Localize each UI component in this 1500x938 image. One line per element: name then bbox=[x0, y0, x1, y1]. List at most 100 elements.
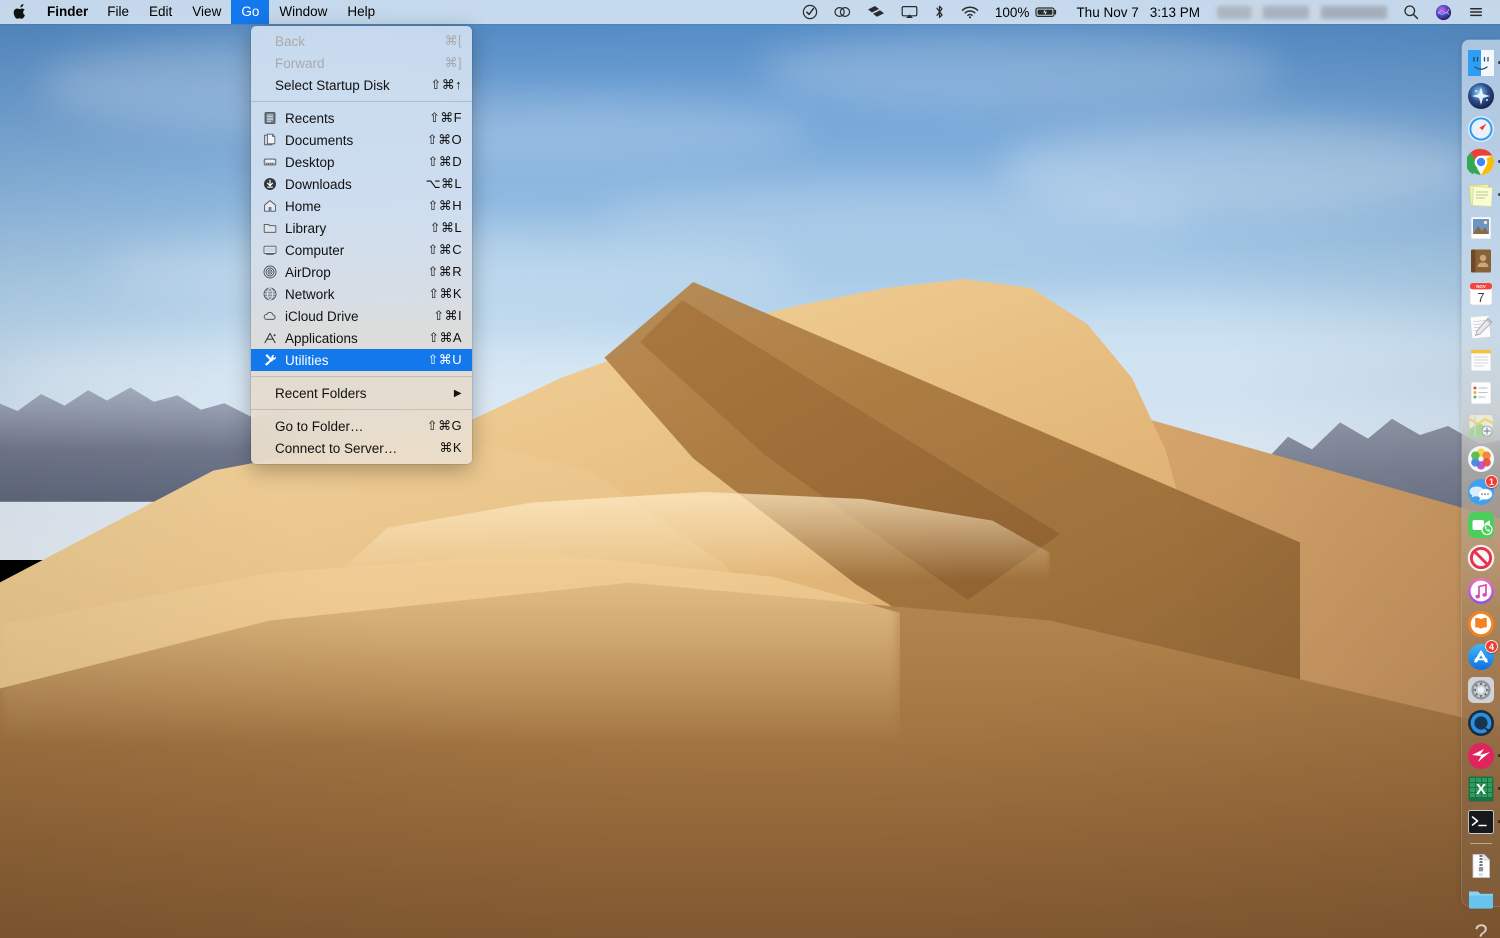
menu-bar-item-window[interactable]: Window bbox=[269, 0, 337, 24]
menu-item-go-to-folder[interactable]: Go to Folder… ⇧⌘G bbox=[251, 415, 472, 437]
documents-icon bbox=[263, 133, 282, 147]
dock-item-notes[interactable] bbox=[1466, 312, 1496, 342]
menu-item-home[interactable]: Home ⇧⌘H bbox=[251, 195, 472, 217]
dock-item-system-preferences[interactable] bbox=[1466, 675, 1496, 705]
go-dropdown-menu[interactable]: Back ⌘[ Forward ⌘] Select Startup Disk ⇧… bbox=[251, 26, 472, 464]
submenu-arrow-icon: ▶ bbox=[454, 388, 462, 399]
menu-bar-item-file[interactable]: File bbox=[97, 0, 139, 24]
icloud-drive-icon bbox=[263, 309, 282, 323]
menu-item-recent-folders[interactable]: Recent Folders ▶ bbox=[251, 382, 472, 404]
home-icon bbox=[263, 199, 282, 213]
facetime-icon bbox=[1467, 511, 1495, 539]
menu-bar-item-edit[interactable]: Edit bbox=[139, 0, 182, 24]
dock-item-contacts[interactable] bbox=[1466, 246, 1496, 276]
dock-item-photos[interactable] bbox=[1466, 444, 1496, 474]
dock-item-messages[interactable]: 1 bbox=[1466, 477, 1496, 507]
menu-item-connect-to-server[interactable]: Connect to Server… ⌘K bbox=[251, 437, 472, 459]
dock-item-terminal[interactable] bbox=[1466, 807, 1496, 837]
search-icon[interactable] bbox=[1395, 0, 1427, 24]
battery-charging-icon[interactable] bbox=[1032, 0, 1067, 24]
dock-item-reminders[interactable] bbox=[1466, 378, 1496, 408]
dock-item-chrome[interactable] bbox=[1466, 147, 1496, 177]
menu-item-utilities[interactable]: Utilities ⇧⌘U bbox=[251, 349, 472, 371]
desktop-icon bbox=[263, 155, 282, 169]
menu-item-label: Applications bbox=[285, 331, 428, 346]
menu-bar-item-view[interactable]: View bbox=[182, 0, 231, 24]
zip-file-icon: zip bbox=[1467, 852, 1495, 880]
dock-item-facetime[interactable] bbox=[1466, 510, 1496, 540]
dock-item-zip-file[interactable]: zip bbox=[1466, 851, 1496, 881]
notification-center-icon[interactable] bbox=[1460, 0, 1492, 24]
dock-item-books[interactable] bbox=[1466, 609, 1496, 639]
finder-icon bbox=[1467, 49, 1495, 77]
dock-item-blocked-app[interactable] bbox=[1466, 543, 1496, 573]
menu-item-network[interactable]: Network ⇧⌘K bbox=[251, 283, 472, 305]
menu-item-shortcut: ⌥⌘L bbox=[426, 176, 462, 192]
dock-item-downloads-folder[interactable] bbox=[1466, 884, 1496, 914]
menu-item-label: Home bbox=[285, 199, 428, 214]
dock-item-maps[interactable] bbox=[1466, 411, 1496, 441]
creative-cloud-icon[interactable] bbox=[826, 0, 859, 24]
folder-icon bbox=[1467, 885, 1495, 913]
books-icon bbox=[1467, 610, 1495, 638]
battery-percent-label[interactable]: 100% bbox=[987, 0, 1033, 24]
dock-item-calendar[interactable]: NOV 7 bbox=[1466, 279, 1496, 309]
siri-icon[interactable] bbox=[1427, 0, 1460, 24]
photos-icon bbox=[1467, 445, 1495, 473]
dock-item-itunes[interactable] bbox=[1466, 576, 1496, 606]
dock-item-quicktime[interactable] bbox=[1466, 708, 1496, 738]
calendar-icon: NOV 7 bbox=[1467, 280, 1495, 308]
badge-count: 1 bbox=[1485, 475, 1498, 488]
menu-item-label: Computer bbox=[285, 243, 428, 258]
menu-item-airdrop[interactable]: AirDrop ⇧⌘R bbox=[251, 261, 472, 283]
svg-text:X: X bbox=[1476, 781, 1486, 798]
dock-item-finder[interactable] bbox=[1466, 48, 1496, 78]
menu-item-shortcut: ⌘] bbox=[445, 55, 462, 71]
bluetooth-icon[interactable] bbox=[926, 0, 953, 24]
downloads-icon bbox=[263, 177, 282, 191]
menu-item-recents[interactable]: Recents ⇧⌘F bbox=[251, 107, 472, 129]
airplay-icon[interactable] bbox=[893, 0, 926, 24]
dock-item-unknown-document[interactable]: ? bbox=[1466, 917, 1496, 938]
menu-bar-item-go[interactable]: Go bbox=[231, 0, 269, 24]
menu-bar-time[interactable]: 3:13 PM bbox=[1148, 5, 1209, 20]
menu-item-documents[interactable]: Documents ⇧⌘O bbox=[251, 129, 472, 151]
menu-item-label: Documents bbox=[285, 133, 427, 148]
dropbox-icon[interactable] bbox=[859, 0, 893, 24]
checkmark-circle-icon[interactable] bbox=[794, 0, 826, 24]
dock-item-excel[interactable]: X bbox=[1466, 774, 1496, 804]
menu-item-library[interactable]: Library ⇧⌘L bbox=[251, 217, 472, 239]
apple-logo-icon[interactable] bbox=[0, 0, 38, 24]
menu-item-desktop[interactable]: Desktop ⇧⌘D bbox=[251, 151, 472, 173]
dock-item-app-store[interactable]: 4 bbox=[1466, 642, 1496, 672]
applications-icon bbox=[263, 331, 282, 345]
menu-item-select-startup-disk[interactable]: Select Startup Disk ⇧⌘↑ bbox=[251, 74, 472, 96]
dock-item-photo-booth[interactable] bbox=[1466, 213, 1496, 243]
excel-icon: X bbox=[1467, 775, 1495, 803]
menu-bar-item-help[interactable]: Help bbox=[337, 0, 385, 24]
menu-item-icloud-drive[interactable]: iCloud Drive ⇧⌘I bbox=[251, 305, 472, 327]
menu-bar-app-menus: Finder File Edit View Go Window Help bbox=[0, 0, 385, 24]
menu-item-computer[interactable]: Computer ⇧⌘C bbox=[251, 239, 472, 261]
computer-icon bbox=[263, 243, 282, 257]
wifi-icon[interactable] bbox=[953, 0, 987, 24]
dock-item-launchpad[interactable] bbox=[1466, 81, 1496, 111]
dock-item-pink-app[interactable] bbox=[1466, 741, 1496, 771]
network-globe-icon bbox=[263, 287, 282, 301]
menu-item-shortcut: ⇧⌘C bbox=[428, 242, 462, 258]
menu-bar: Finder File Edit View Go Window Help bbox=[0, 0, 1500, 24]
dock-item-safari[interactable] bbox=[1466, 114, 1496, 144]
menu-item-label: iCloud Drive bbox=[285, 309, 433, 324]
chrome-icon bbox=[1467, 148, 1495, 176]
menu-bar-item-finder[interactable]: Finder bbox=[38, 0, 97, 24]
desktop-wallpaper bbox=[0, 0, 1500, 938]
launchpad-icon bbox=[1467, 82, 1495, 110]
safari-icon bbox=[1467, 115, 1495, 143]
menu-item-applications[interactable]: Applications ⇧⌘A bbox=[251, 327, 472, 349]
menu-item-label: Back bbox=[275, 34, 445, 49]
menu-bar-date[interactable]: Thu Nov 7 bbox=[1067, 5, 1147, 20]
dock-item-stickies[interactable] bbox=[1466, 180, 1496, 210]
dock-item-stickies-2[interactable] bbox=[1466, 345, 1496, 375]
menu-item-downloads[interactable]: Downloads ⌥⌘L bbox=[251, 173, 472, 195]
dock[interactable]: NOV 7 bbox=[1462, 40, 1500, 906]
